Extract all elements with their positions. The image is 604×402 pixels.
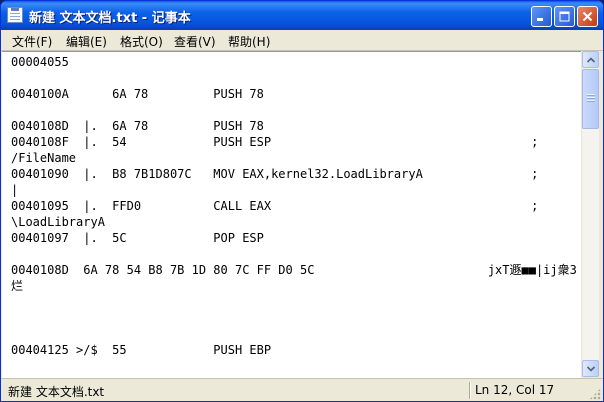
text-line: 00401097 |. 5C POP ESP bbox=[11, 231, 264, 245]
menu-help[interactable]: 帮助(H) bbox=[228, 33, 270, 50]
menu-edit[interactable]: 编辑(E) bbox=[66, 33, 107, 50]
chevron-up-icon bbox=[587, 57, 595, 63]
text-line: 00404125 >/$ 55 PUSH EBP bbox=[11, 343, 272, 357]
title-bar[interactable]: 新建 文本文档.txt - 记事本 bbox=[1, 1, 603, 30]
text-line: 烂 bbox=[11, 279, 24, 293]
text-line: 0040108D |. 6A 78 PUSH 78 bbox=[11, 119, 264, 133]
close-button[interactable] bbox=[577, 6, 598, 27]
text-line: 00401095 |. FFD0 CALL EAX ; bbox=[11, 199, 539, 213]
minimize-icon bbox=[537, 18, 543, 21]
status-filename: 新建 文本文档.txt bbox=[8, 385, 105, 399]
menu-format[interactable]: 格式(O) bbox=[120, 33, 163, 50]
grip-icon bbox=[587, 94, 595, 103]
text-line: 00401090 |. B8 7B1D807C MOV EAX,kernel32… bbox=[11, 167, 539, 181]
notepad-icon[interactable] bbox=[7, 7, 23, 23]
notepad-window: 新建 文本文档.txt - 记事本 文件(F) 编辑(E) 格式(O) 查看(V… bbox=[0, 0, 604, 402]
text-line: 0040100A 6A 78 PUSH 78 bbox=[11, 87, 264, 101]
resize-grip-icon[interactable] bbox=[589, 388, 601, 400]
vertical-scrollbar[interactable] bbox=[581, 51, 599, 377]
window-title: 新建 文本文档.txt - 记事本 bbox=[29, 11, 191, 26]
menu-view[interactable]: 查看(V) bbox=[174, 33, 216, 50]
text-line: 00004055 bbox=[11, 55, 69, 69]
status-bar: 新建 文本文档.txt Ln 12, Col 17 bbox=[1, 378, 603, 401]
maximize-icon bbox=[559, 11, 570, 22]
status-divider bbox=[469, 382, 470, 399]
chevron-down-icon bbox=[587, 366, 595, 372]
text-line: 0040108F |. 54 PUSH ESP ; bbox=[11, 135, 539, 149]
text-editor[interactable]: 00004055 0040100A 6A 78 PUSH 78 0040108D… bbox=[2, 51, 581, 378]
menu-file[interactable]: 文件(F) bbox=[12, 33, 52, 50]
close-icon bbox=[582, 11, 593, 22]
menu-bar: 文件(F) 编辑(E) 格式(O) 查看(V) 帮助(H) bbox=[1, 30, 603, 51]
scroll-thumb[interactable] bbox=[582, 69, 599, 129]
status-cursor-position: Ln 12, Col 17 bbox=[475, 383, 555, 397]
minimize-button[interactable] bbox=[531, 6, 552, 27]
scroll-down-button[interactable] bbox=[582, 360, 599, 377]
text-line: 0040108D 6A 78 54 B8 7B 1D 80 7C FF D0 5… bbox=[11, 263, 577, 277]
text-line: \LoadLibraryA bbox=[11, 215, 105, 229]
scroll-up-button[interactable] bbox=[582, 51, 599, 68]
text-line: | bbox=[11, 183, 19, 197]
maximize-button[interactable] bbox=[554, 6, 575, 27]
text-line: /FileName bbox=[11, 151, 77, 165]
